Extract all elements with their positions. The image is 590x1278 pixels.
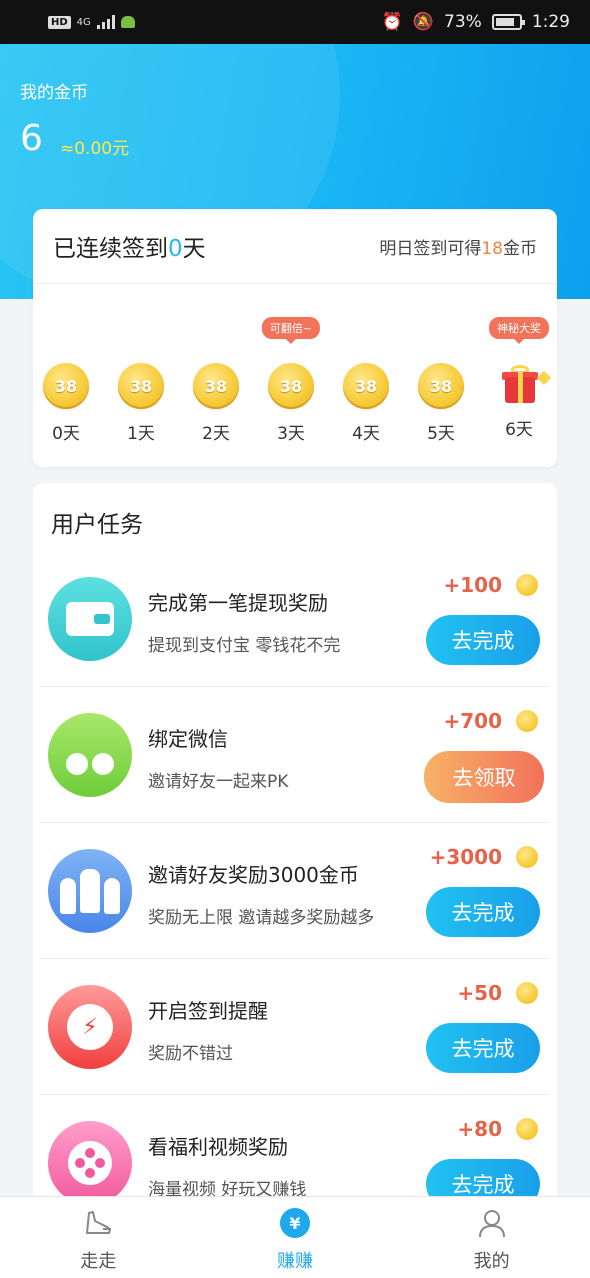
signal-icon xyxy=(96,15,115,29)
task-title: 完成第一笔提现奖励 xyxy=(148,591,328,615)
checkin-day-2[interactable]: 38 2天 xyxy=(186,309,246,444)
double-tag: 可翻倍~ xyxy=(261,317,321,344)
bottom-nav: 走走 ¥ 赚赚 我的 xyxy=(0,1196,590,1278)
task-item: 邀请好友奖励3000金币 奖励无上限 邀请越多奖励越多 +3000 去完成 xyxy=(40,823,550,959)
nav-walk[interactable]: 走走 xyxy=(0,1197,197,1278)
task-item: 完成第一笔提现奖励 提现到支付宝 零钱花不完 +100 去完成 xyxy=(40,551,550,687)
streak-count: 0 xyxy=(168,236,183,262)
task-reward: +80 xyxy=(457,1117,538,1141)
checkin-streak-title: 已连续签到0天 xyxy=(53,236,206,262)
task-item: ⚡ 开启签到提醒 奖励不错过 +50 去完成 xyxy=(40,959,550,1095)
nav-earn[interactable]: ¥ 赚赚 xyxy=(197,1197,394,1278)
task-claim-button[interactable]: 去领取 xyxy=(424,751,544,803)
task-item: 绑定微信 邀请好友一起来PK +700 去领取 xyxy=(40,687,550,823)
task-desc: 提现到支付宝 零钱花不完 xyxy=(148,636,341,656)
checkin-day-0[interactable]: 38 0天 xyxy=(36,309,96,444)
alarm-status-icon: ⏰ xyxy=(381,12,403,32)
task-heading: 用户任务 xyxy=(51,512,143,538)
coin-icon: 38 xyxy=(43,363,89,409)
battery-icon xyxy=(491,14,525,30)
checkin-day-3[interactable]: 可翻倍~ 38 3天 xyxy=(261,309,321,444)
coin-icon: 38 xyxy=(343,363,389,409)
task-reward: +700 xyxy=(443,709,538,733)
task-complete-button[interactable]: 去完成 xyxy=(426,615,540,665)
checkin-days: 38 0天 38 1天 38 2天 可翻倍~ 38 3天 38 4天 38 5天… xyxy=(33,309,557,459)
task-title: 开启签到提醒 xyxy=(148,999,268,1023)
coin-label: 我的金币 xyxy=(20,83,88,103)
task-reward: +50 xyxy=(457,981,538,1005)
coin-icon xyxy=(516,574,538,596)
task-card: 用户任务 完成第一笔提现奖励 提现到支付宝 零钱花不完 +100 去完成 绑定微… xyxy=(33,483,557,1223)
task-complete-button[interactable]: 去完成 xyxy=(426,1023,540,1073)
task-reward: +100 xyxy=(443,573,538,597)
mute-icon: 🔕 xyxy=(412,12,435,32)
mystery-prize-tag: 神秘大奖 xyxy=(489,317,549,344)
status-bar: HD 4G ⏰ 🔕 73% 1:29 xyxy=(0,0,590,44)
coin-amount: 6 xyxy=(20,118,43,159)
coin-icon xyxy=(516,846,538,868)
coin-icon: 38 xyxy=(193,363,239,409)
task-title: 绑定微信 xyxy=(148,727,228,751)
gift-icon xyxy=(493,363,552,409)
checkin-day-4[interactable]: 38 4天 xyxy=(336,309,396,444)
task-title: 看福利视频奖励 xyxy=(148,1135,288,1159)
checkin-card: 已连续签到0天 明日签到可得18金币 38 0天 38 1天 38 2天 可翻倍… xyxy=(33,209,557,467)
task-complete-button[interactable]: 去完成 xyxy=(426,887,540,937)
wallet-icon xyxy=(48,577,132,661)
coin-icon xyxy=(516,710,538,732)
user-icon xyxy=(476,1207,508,1239)
coin-icon: 38 xyxy=(268,363,314,409)
network-type: 4G xyxy=(76,16,91,28)
yen-icon: ¥ xyxy=(279,1207,311,1239)
clock: 1:29 xyxy=(531,12,570,32)
battery-percent: 73% xyxy=(444,12,482,32)
coin-icon xyxy=(516,982,538,1004)
people-icon xyxy=(48,849,132,933)
checkin-day-1[interactable]: 38 1天 xyxy=(111,309,171,444)
shoe-icon xyxy=(82,1207,114,1239)
coin-icon xyxy=(516,1118,538,1140)
task-title: 邀请好友奖励3000金币 xyxy=(148,863,359,887)
checkin-day-5[interactable]: 38 5天 xyxy=(411,309,471,444)
coin-icon: 38 xyxy=(418,363,464,409)
video-icon xyxy=(48,1121,132,1205)
task-desc: 奖励不错过 xyxy=(148,1044,233,1064)
coin-value: ≈0.00元 xyxy=(60,139,130,159)
alarm-icon: ⚡ xyxy=(48,985,132,1069)
task-reward: +3000 xyxy=(430,845,538,869)
task-desc: 奖励无上限 邀请越多奖励越多 xyxy=(148,908,375,928)
cherry-icon xyxy=(48,713,132,797)
tomorrow-reward: 明日签到可得18金币 xyxy=(379,238,537,259)
checkin-day-6[interactable]: 神秘大奖 6天 xyxy=(489,309,552,440)
android-icon xyxy=(120,16,135,28)
hd-badge: HD xyxy=(48,15,71,29)
coin-icon: 38 xyxy=(118,363,164,409)
task-desc: 邀请好友一起来PK xyxy=(148,772,289,792)
nav-mine[interactable]: 我的 xyxy=(393,1197,590,1278)
